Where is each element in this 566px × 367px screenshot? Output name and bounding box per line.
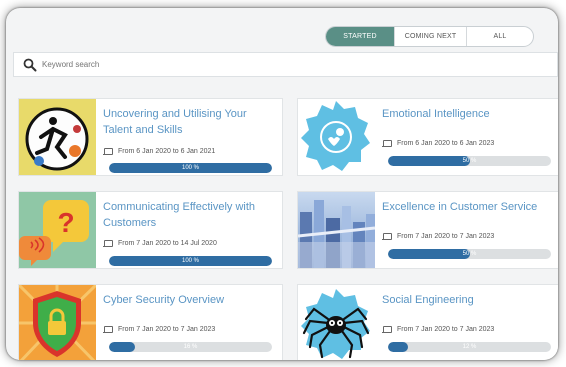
- progress-label: 12 %: [462, 344, 477, 350]
- course-card-cyber-security[interactable]: Cyber Security Overview From 7 Jan 2020 …: [18, 284, 283, 360]
- course-dates: From 6 Jan 2020 to 6 Jan 2021: [103, 148, 215, 155]
- progress-label: 50 %: [462, 158, 477, 164]
- course-date-range: From 6 Jan 2020 to 6 Jan 2023: [397, 140, 495, 147]
- tab-coming-next[interactable]: COMING NEXT: [394, 27, 466, 46]
- course-dates: From 7 Jan 2020 to 7 Jan 2023: [382, 326, 494, 333]
- course-dates: From 7 Jan 2020 to 14 Jul 2020: [103, 240, 217, 247]
- progress-bar: 100 %: [109, 163, 272, 173]
- course-card-talent[interactable]: Uncovering and Utilising Your Talent and…: [18, 98, 283, 176]
- tab-all[interactable]: ALL: [466, 27, 533, 46]
- course-card-communicating[interactable]: ? Communicating Effectively with Custome…: [18, 191, 283, 269]
- laptop-icon: [103, 240, 113, 247]
- course-dates: From 7 Jan 2020 to 7 Jan 2023: [382, 233, 494, 240]
- course-card-emotional-intelligence[interactable]: Emotional Intelligence From 6 Jan 2020 t…: [297, 98, 558, 176]
- course-card-social-engineering[interactable]: Social Engineering From 7 Jan 2020 to 7 …: [297, 284, 558, 360]
- emotional-intelligence-badge-icon: [298, 99, 375, 175]
- progress-bar: 50 %: [388, 156, 551, 166]
- progress-bar: 12 %: [388, 342, 551, 352]
- svg-text:?: ?: [57, 207, 74, 238]
- progress-bar: 50 %: [388, 249, 551, 259]
- course-title[interactable]: Emotional Intelligence: [382, 106, 554, 122]
- talent-sports-icon: [19, 99, 96, 175]
- course-title[interactable]: Communicating Effectively with Customers: [103, 199, 275, 231]
- course-card-customer-service[interactable]: Excellence in Customer Service From 7 Ja…: [297, 191, 558, 269]
- course-list-panel: STARTED COMING NEXT ALL Unco: [6, 8, 558, 360]
- progress-bar: 16 %: [109, 342, 272, 352]
- spider-icon: [298, 285, 375, 360]
- speech-bubble-question-icon: ?: [19, 192, 96, 268]
- laptop-icon: [382, 326, 392, 333]
- progress-label: 100 %: [181, 165, 199, 171]
- progress-label: 50 %: [462, 251, 477, 257]
- course-dates: From 7 Jan 2020 to 7 Jan 2023: [103, 326, 215, 333]
- search-bar: [13, 52, 558, 77]
- search-icon[interactable]: [22, 57, 38, 73]
- laptop-icon: [103, 326, 113, 333]
- laptop-icon: [382, 140, 392, 147]
- cityscape-photo: [298, 192, 375, 268]
- course-date-range: From 7 Jan 2020 to 7 Jan 2023: [397, 233, 495, 240]
- course-title[interactable]: Cyber Security Overview: [103, 292, 275, 308]
- progress-label: 100 %: [181, 258, 199, 264]
- status-tab-group: STARTED COMING NEXT ALL: [325, 26, 534, 47]
- course-dates: From 6 Jan 2020 to 6 Jan 2023: [382, 140, 494, 147]
- progress-label: 16 %: [183, 344, 198, 350]
- shield-lock-icon: [19, 285, 96, 360]
- laptop-icon: [382, 233, 392, 240]
- search-input[interactable]: [42, 60, 442, 69]
- progress-bar: 100 %: [109, 256, 272, 266]
- course-title[interactable]: Excellence in Customer Service: [382, 199, 554, 215]
- course-date-range: From 6 Jan 2020 to 6 Jan 2021: [118, 148, 216, 155]
- laptop-icon: [103, 148, 113, 155]
- course-date-range: From 7 Jan 2020 to 7 Jan 2023: [118, 326, 216, 333]
- course-date-range: From 7 Jan 2020 to 14 Jul 2020: [118, 240, 217, 247]
- course-title[interactable]: Social Engineering: [382, 292, 554, 308]
- course-title[interactable]: Uncovering and Utilising Your Talent and…: [103, 106, 275, 138]
- tab-started[interactable]: STARTED: [326, 27, 394, 46]
- course-date-range: From 7 Jan 2020 to 7 Jan 2023: [397, 326, 495, 333]
